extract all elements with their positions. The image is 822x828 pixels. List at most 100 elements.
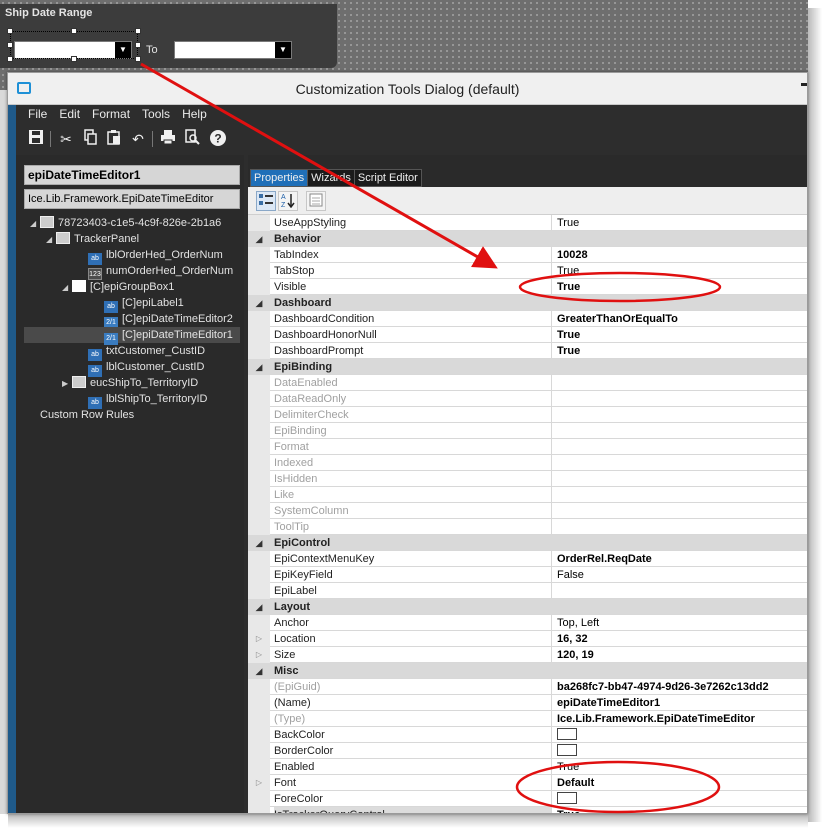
title-bar[interactable]: Customization Tools Dialog (default) — [8, 73, 807, 105]
color-swatch[interactable] — [557, 744, 577, 756]
property-value[interactable]: True — [557, 807, 807, 813]
resize-handle[interactable] — [135, 56, 141, 62]
property-row[interactable]: DataReadOnly — [248, 391, 807, 407]
property-row[interactable]: EpiContextMenuKey OrderRel.ReqDate — [248, 551, 807, 567]
property-value[interactable]: Ice.Lib.Framework.EpiDateTimeEditor — [557, 711, 807, 727]
property-value[interactable]: ba268fc7-bb47-4974-9d26-3e7262c13dd2 — [557, 679, 807, 695]
collapse-icon[interactable]: ◢ — [248, 663, 270, 679]
property-row[interactable]: EpiLabel — [248, 583, 807, 599]
property-row[interactable]: (EpiGuid) ba268fc7-bb47-4974-9d26-3e7262c… — [248, 679, 807, 695]
property-category[interactable]: ◢ EpiBinding — [248, 359, 807, 375]
expand-toggle-icon[interactable]: ◢ — [46, 232, 56, 248]
property-row[interactable]: TabStop True — [248, 263, 807, 279]
expand-toggle-icon[interactable]: ◢ — [30, 216, 40, 232]
tree-item[interactable]: ab lblOrderHed_OrderNum — [24, 247, 240, 265]
expand-icon[interactable]: ▷ — [248, 631, 270, 647]
property-value[interactable] — [557, 423, 807, 439]
property-value[interactable] — [557, 791, 807, 807]
resize-handle[interactable] — [135, 42, 141, 48]
copy-icon[interactable] — [80, 129, 100, 149]
property-row[interactable]: Format — [248, 439, 807, 455]
resize-handle[interactable] — [71, 28, 77, 34]
menu-tools[interactable]: Tools — [138, 107, 170, 121]
tree-item[interactable]: ab lblShipTo_TerritoryID — [24, 391, 240, 409]
property-value[interactable] — [557, 583, 807, 599]
collapse-icon[interactable]: ◢ — [248, 535, 270, 551]
cut-icon[interactable]: ✂ — [56, 129, 76, 149]
categorized-icon[interactable] — [256, 191, 276, 211]
property-value[interactable] — [557, 727, 807, 743]
tree-item[interactable]: ◢ [C]epiGroupBox1 — [24, 279, 240, 295]
tree-item[interactable]: 123 numOrderHed_OrderNum — [24, 263, 240, 280]
color-swatch[interactable] — [557, 728, 577, 740]
expand-icon[interactable]: ▷ — [248, 647, 270, 663]
resize-handle[interactable] — [135, 28, 141, 34]
tree-item[interactable]: 2/1 [C]epiDateTimeEditor1 — [24, 327, 240, 345]
resize-handle[interactable] — [71, 56, 77, 62]
property-value[interactable] — [557, 455, 807, 471]
property-value[interactable] — [557, 503, 807, 519]
tab-properties[interactable]: Properties — [250, 169, 309, 187]
property-value[interactable]: Top, Left — [557, 615, 807, 631]
property-row[interactable]: Visible True — [248, 279, 807, 295]
collapse-icon[interactable]: ◢ — [248, 295, 270, 311]
property-value[interactable]: True — [557, 263, 807, 279]
property-row[interactable]: Indexed — [248, 455, 807, 471]
property-value[interactable]: True — [557, 343, 807, 359]
minimize-icon[interactable] — [801, 83, 807, 86]
print-preview-icon[interactable] — [182, 129, 202, 149]
property-value[interactable]: True — [557, 279, 807, 295]
property-row[interactable]: TabIndex 10028 — [248, 247, 807, 263]
property-row[interactable]: ToolTip — [248, 519, 807, 535]
property-value[interactable]: False — [557, 567, 807, 583]
chevron-down-icon[interactable]: ▼ — [275, 42, 291, 58]
property-category[interactable]: ◢ EpiControl — [248, 535, 807, 551]
property-value[interactable] — [557, 407, 807, 423]
property-value[interactable]: GreaterThanOrEqualTo — [557, 311, 807, 327]
property-value[interactable]: 120, 19 — [557, 647, 807, 663]
property-value[interactable]: 10028 — [557, 247, 807, 263]
menu-help[interactable]: Help — [178, 107, 207, 121]
print-icon[interactable] — [158, 129, 178, 149]
property-pages-icon[interactable] — [306, 191, 326, 211]
tab-script-editor[interactable]: Script Editor — [353, 169, 422, 187]
tree-item[interactable]: ◢ TrackerPanel — [24, 231, 240, 247]
help-icon[interactable]: ? — [208, 129, 228, 149]
collapse-icon[interactable]: ◢ — [248, 231, 270, 247]
tree-item[interactable]: Custom Row Rules — [24, 407, 240, 423]
property-value[interactable] — [557, 391, 807, 407]
property-row[interactable]: DataEnabled — [248, 375, 807, 391]
property-row[interactable]: DelimiterCheck — [248, 407, 807, 423]
property-row[interactable]: ▷ Size 120, 19 — [248, 647, 807, 663]
property-value[interactable] — [557, 439, 807, 455]
property-value[interactable] — [557, 743, 807, 759]
expand-toggle-icon[interactable]: ◢ — [62, 280, 72, 296]
tree-item[interactable]: ◢ 78723403-c1e5-4c9f-826e-2b1a6 — [24, 215, 240, 231]
property-row[interactable]: DashboardHonorNull True — [248, 327, 807, 343]
property-value[interactable]: Default — [557, 775, 807, 791]
menu-format[interactable]: Format — [88, 107, 130, 121]
color-swatch[interactable] — [557, 792, 577, 804]
expand-icon[interactable]: ▷ — [248, 775, 270, 791]
alphabetical-icon[interactable]: AZ — [278, 191, 298, 211]
property-category[interactable]: ◢ Layout — [248, 599, 807, 615]
property-row[interactable]: Anchor Top, Left — [248, 615, 807, 631]
collapse-icon[interactable]: ◢ — [248, 599, 270, 615]
property-row[interactable]: IsHidden — [248, 471, 807, 487]
property-value[interactable] — [557, 519, 807, 535]
property-row[interactable]: UseAppStyling True — [248, 215, 807, 231]
property-value[interactable] — [557, 487, 807, 503]
menu-file[interactable]: File — [24, 107, 47, 121]
property-value[interactable]: True — [557, 759, 807, 775]
property-value[interactable]: epiDateTimeEditor1 — [557, 695, 807, 711]
property-value[interactable]: OrderRel.ReqDate — [557, 551, 807, 567]
property-category[interactable]: ◢ Behavior — [248, 231, 807, 247]
property-row[interactable]: Like — [248, 487, 807, 503]
property-value[interactable] — [557, 375, 807, 391]
tree-item[interactable]: 2/1 [C]epiDateTimeEditor2 — [24, 311, 240, 329]
property-row[interactable]: ▷ Location 16, 32 — [248, 631, 807, 647]
collapse-icon[interactable]: ◢ — [248, 359, 270, 375]
tree-item[interactable]: ab lblCustomer_CustID — [24, 359, 240, 377]
property-row[interactable]: BorderColor — [248, 743, 807, 759]
property-row[interactable]: IsTrackerQueryControl True — [248, 807, 807, 813]
